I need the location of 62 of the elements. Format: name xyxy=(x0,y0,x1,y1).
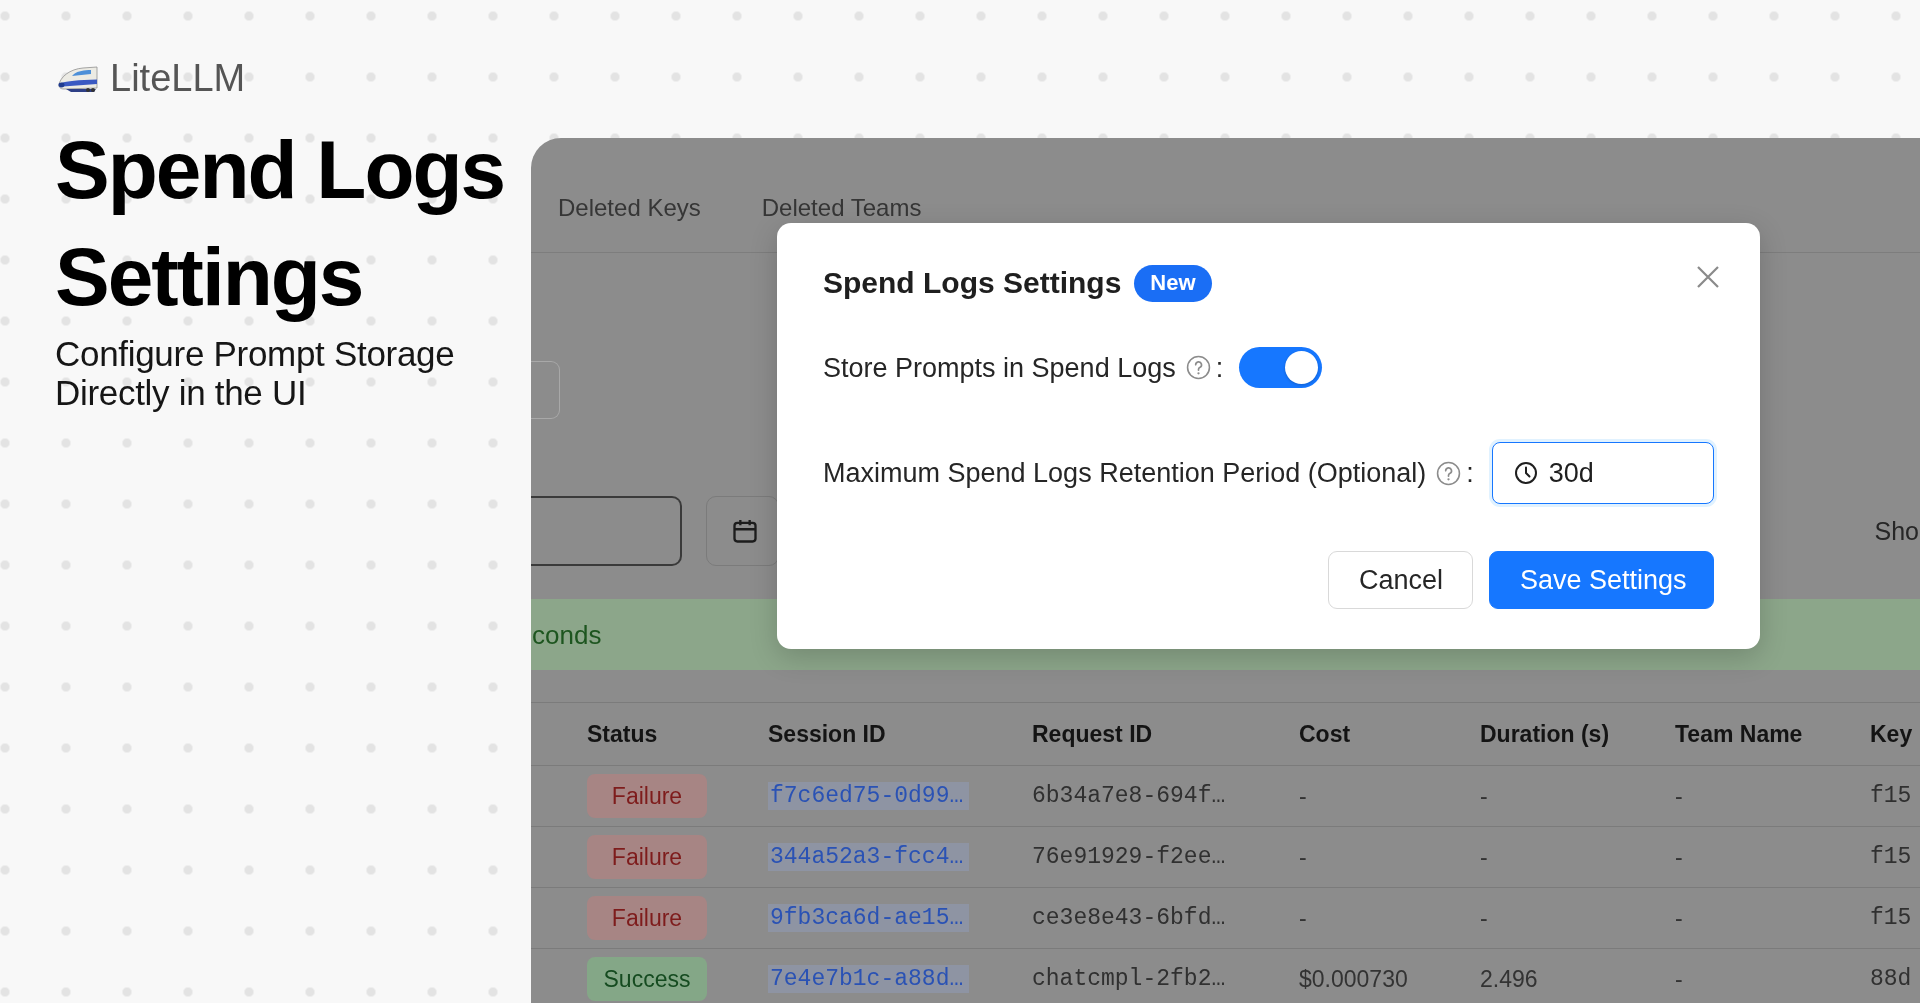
request-id: 76e91929-f2ee… xyxy=(1032,843,1226,871)
toolbar-text: Sho xyxy=(1874,516,1919,546)
team-name: - xyxy=(1675,782,1683,810)
key-value: f15 xyxy=(1870,904,1912,932)
label-colon: : xyxy=(1466,457,1474,489)
input-field[interactable] xyxy=(531,496,682,566)
request-id: 6b34a7e8-694f… xyxy=(1032,782,1226,810)
tab[interactable]: Deleted Keys xyxy=(558,195,701,222)
session-id-link[interactable]: f7c6ed75-0d99… xyxy=(768,782,970,810)
team-name: - xyxy=(1675,904,1683,932)
save-button[interactable]: Save Settings xyxy=(1489,551,1714,609)
help-icon[interactable] xyxy=(1185,355,1211,380)
key-value: f15 xyxy=(1870,782,1912,810)
column-header: Request ID xyxy=(1032,720,1154,748)
duration-value: - xyxy=(1480,843,1488,871)
column-header: Key xyxy=(1870,720,1914,748)
close-button[interactable] xyxy=(1696,265,1720,289)
column-header: Duration (s) xyxy=(1480,720,1611,748)
cancel-button[interactable]: Cancel xyxy=(1328,551,1473,609)
close-icon xyxy=(1696,265,1720,289)
new-tag: New xyxy=(1134,264,1212,302)
status-tag: Success xyxy=(587,957,707,1001)
duration-value: - xyxy=(1480,904,1488,932)
label-colon: : xyxy=(1215,351,1224,384)
tab[interactable]: Deleted Teams xyxy=(761,195,922,222)
request-id: chatcmpl-2fb2… xyxy=(1032,965,1226,993)
team-name: - xyxy=(1675,843,1683,871)
date-picker-button[interactable] xyxy=(706,496,779,566)
cost-value: $0.000730 xyxy=(1299,965,1408,993)
column-header: Cost xyxy=(1299,720,1352,748)
column-header: Team Name xyxy=(1675,720,1804,748)
session-id-link[interactable]: 7e4e7b1c-a88d… xyxy=(768,965,970,993)
column-header: Session ID xyxy=(768,720,887,748)
train-icon xyxy=(58,64,98,92)
column-header: Status xyxy=(587,720,659,748)
field-label: Maximum Spend Logs Retention Period (Optional) xyxy=(823,457,1427,489)
session-id-link[interactable]: 344a52a3-fcc4… xyxy=(768,843,970,871)
brand-name: LiteLLM xyxy=(110,56,246,100)
clock-icon xyxy=(1513,461,1538,485)
request-id: ce3e8e43-6bfd… xyxy=(1032,904,1226,932)
status-tag: Failure xyxy=(587,774,707,818)
help-icon[interactable] xyxy=(1436,460,1462,486)
duration-value: 2.496 xyxy=(1480,965,1538,993)
cost-value: - xyxy=(1299,782,1307,810)
field-label: Store Prompts in Spend Logs xyxy=(823,351,1176,384)
dialog-title: Spend Logs Settings xyxy=(823,265,1122,301)
cost-value: - xyxy=(1299,843,1307,871)
session-id-link[interactable]: 9fb3ca6d-ae15… xyxy=(768,904,970,932)
status-tag: Failure xyxy=(587,896,707,940)
hero-subtitle: Configure Prompt Storage Directly in the UI xyxy=(55,334,456,412)
cost-value: - xyxy=(1299,904,1307,932)
key-value: 88d xyxy=(1870,965,1912,993)
retention-input[interactable]: 30d xyxy=(1491,442,1714,504)
team-name: - xyxy=(1675,965,1683,993)
input-field[interactable] xyxy=(531,361,560,419)
duration-value: - xyxy=(1480,782,1488,810)
banner-text: conds xyxy=(531,619,602,650)
key-value: f15 xyxy=(1870,843,1912,871)
hero-title: Spend Logs Settings xyxy=(55,123,506,324)
toggle-switch[interactable] xyxy=(1239,347,1323,388)
status-tag: Failure xyxy=(587,835,707,879)
calendar-icon xyxy=(731,517,759,545)
